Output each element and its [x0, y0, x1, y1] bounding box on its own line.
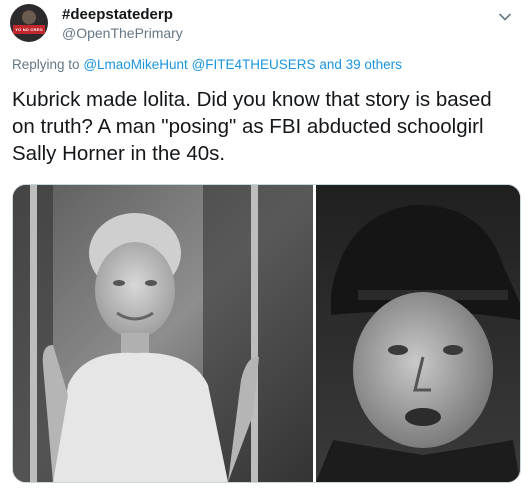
- avatar[interactable]: YO NO CREO: [10, 4, 48, 42]
- reply-others[interactable]: and 39 others: [319, 57, 402, 72]
- avatar-badge: YO NO CREO: [13, 25, 45, 34]
- reply-prefix: Replying to: [12, 57, 80, 72]
- chevron-down-icon[interactable]: [496, 8, 514, 26]
- reply-mention-1[interactable]: @LmaoMikeHunt: [83, 57, 188, 72]
- tweet-media[interactable]: [12, 184, 521, 483]
- photo-girl-on-swing: [13, 185, 313, 482]
- reply-mention-2[interactable]: @FITE4THEUSERS: [192, 57, 316, 72]
- media-photo-collage: [13, 185, 520, 482]
- user-handle[interactable]: @OpenThePrimary: [62, 25, 183, 41]
- display-name[interactable]: #deepstatederp: [62, 6, 173, 23]
- tweet-text: Kubrick made lolita. Did you know that s…: [12, 88, 492, 165]
- reply-context: Replying to @LmaoMikeHunt @FITE4THEUSERS…: [12, 57, 402, 72]
- tweet: YO NO CREO #deepstatederp @OpenThePrimar…: [0, 0, 531, 489]
- photo-man-in-hat: [316, 185, 520, 482]
